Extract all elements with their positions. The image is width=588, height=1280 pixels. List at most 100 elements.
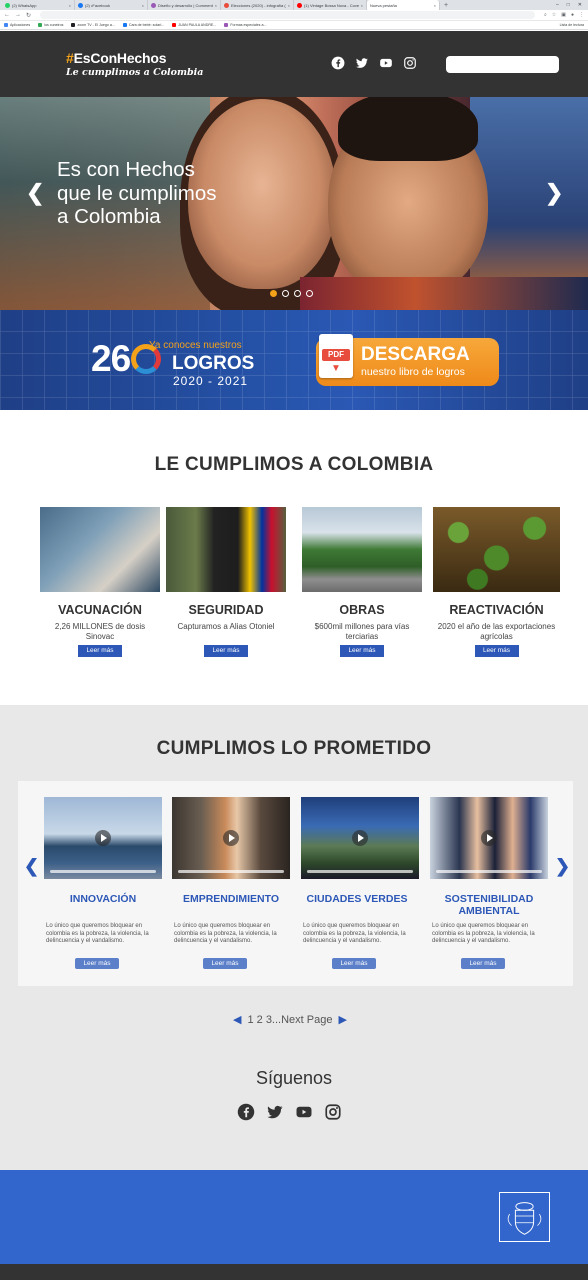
bookmark-item[interactable]: Formas especiales a... <box>224 23 266 27</box>
bookmark-icon <box>71 23 76 27</box>
hero-dot[interactable] <box>282 290 289 297</box>
reload-icon[interactable]: ↻ <box>26 12 31 19</box>
pagination-links[interactable]: 1 2 3...Next Page <box>247 1014 332 1026</box>
close-tab-icon[interactable]: × <box>288 3 290 8</box>
zoom-icon[interactable]: ⌕ <box>544 12 547 18</box>
extensions-bar: ⌕ ☆ ▣ ● ⋮ <box>544 12 584 18</box>
close-tab-icon[interactable]: × <box>434 3 436 8</box>
maximize-icon[interactable]: □ <box>567 2 570 8</box>
bookmark-item[interactable]: los cuneiros <box>38 23 63 27</box>
search-input[interactable] <box>446 56 559 73</box>
read-more-button[interactable]: Leer más <box>75 958 119 969</box>
achievement-image[interactable] <box>433 507 560 592</box>
twitter-icon[interactable] <box>266 1103 284 1121</box>
browser-tab[interactable]: (2) WhatsApp × <box>2 0 75 10</box>
carousel-next-arrow-icon[interactable]: ❯ <box>555 856 570 877</box>
hero-next-arrow-icon[interactable]: ❯ <box>545 180 563 206</box>
read-more-button[interactable]: Leer más <box>203 958 247 969</box>
read-more-button[interactable]: Leer más <box>78 645 122 657</box>
play-icon[interactable] <box>481 830 497 846</box>
facebook-icon[interactable] <box>237 1103 255 1121</box>
browser-tab-label: (2) WhatsApp <box>12 2 37 8</box>
close-tab-icon[interactable]: × <box>361 3 363 8</box>
hero-dot[interactable] <box>306 290 313 297</box>
carousel-prev-arrow-icon[interactable]: ❮ <box>24 856 39 877</box>
bookmark-label: JUAN PAULA ANDRE... <box>178 23 217 27</box>
footer-bottom-bar <box>0 1264 588 1280</box>
read-more-button[interactable]: Leer más <box>461 958 505 969</box>
pagination-next-icon[interactable]: ▶ <box>338 1013 346 1026</box>
hero-dot-active[interactable] <box>270 290 277 297</box>
url-input[interactable] <box>40 11 535 19</box>
banner-kicker: Ya conoces nuestros <box>149 340 242 351</box>
promise-video-thumbnail[interactable] <box>430 797 548 879</box>
achievement-image[interactable] <box>302 507 422 592</box>
promise-video-thumbnail[interactable] <box>301 797 419 879</box>
achievement-title: SEGURIDAD <box>188 603 264 617</box>
new-tab-icon[interactable]: + <box>440 2 452 9</box>
bookmark-icon <box>122 23 127 27</box>
read-more-button[interactable]: Leer más <box>474 645 519 657</box>
close-tab-icon[interactable]: × <box>215 3 217 8</box>
colombia-coat-of-arms-icon[interactable] <box>499 1192 550 1242</box>
bookmark-item[interactable]: Cara de bebé: solari... <box>122 23 164 27</box>
bookmark-icon <box>38 23 43 27</box>
play-icon[interactable] <box>223 830 239 846</box>
twitter-icon[interactable] <box>355 56 369 70</box>
instagram-icon[interactable] <box>324 1103 342 1121</box>
promise-video-thumbnail[interactable] <box>44 797 162 879</box>
browser-tab-active[interactable]: Nueva pestaña × <box>367 0 440 10</box>
facebook-icon <box>78 2 83 8</box>
hero-prev-arrow-icon[interactable]: ❮ <box>26 180 44 206</box>
download-button-title: DESCARGA <box>361 344 470 365</box>
reading-list[interactable]: Lista de lectura <box>560 23 584 27</box>
site-icon <box>151 2 156 8</box>
menu-icon[interactable]: ⋮ <box>579 12 584 18</box>
promise-title: EMPRENDIMIENTO <box>182 893 280 905</box>
star-icon[interactable]: ☆ <box>552 12 556 18</box>
hero-headline-line: Es con Hechos <box>57 158 195 181</box>
profile-icon[interactable]: ● <box>571 12 574 18</box>
bookmark-item[interactable]: JUAN PAULA ANDRE... <box>172 23 216 27</box>
browser-tab[interactable]: Diseño y desarrollo | Comment Co... × <box>148 0 221 10</box>
logros-banner[interactable] <box>0 310 588 410</box>
youtube-icon[interactable] <box>295 1103 313 1121</box>
instagram-icon[interactable] <box>403 56 417 70</box>
read-more-button[interactable]: Leer más <box>332 958 376 969</box>
bookmark-item[interactable]: zoom TV - El Juego a... <box>71 23 115 27</box>
browser-tab-label: Elecciones (2020) - infografía (B)... <box>231 2 286 8</box>
youtube-icon[interactable] <box>379 56 393 70</box>
video-progress-bar <box>50 870 156 873</box>
play-icon[interactable] <box>95 830 111 846</box>
pagination-prev-icon[interactable]: ◀ <box>233 1013 241 1026</box>
promise-video-thumbnail[interactable] <box>172 797 290 879</box>
close-tab-icon[interactable]: × <box>142 3 144 8</box>
play-icon[interactable] <box>352 830 368 846</box>
pdf-label: PDF <box>322 349 350 361</box>
bookmark-label: Aplicaciones <box>10 23 31 27</box>
close-tab-icon[interactable]: × <box>69 3 71 8</box>
browser-tab-label: Diseño y desarrollo | Comment Co... <box>158 2 213 8</box>
read-more-button[interactable]: Leer más <box>340 645 384 657</box>
read-more-button[interactable]: Leer más <box>204 645 248 657</box>
site-logo[interactable]: #EsConHechos <box>66 50 167 66</box>
bookmark-item[interactable]: Aplicaciones <box>4 23 30 27</box>
promise-title: CIUDADES VERDES <box>306 893 408 905</box>
close-window-icon[interactable]: ✕ <box>578 2 582 8</box>
bookmark-label: los cuneiros <box>44 23 64 27</box>
promise-description: Lo único que queremos bloquear en colomb… <box>432 923 535 944</box>
forward-icon[interactable]: → <box>15 12 21 18</box>
achievement-image[interactable] <box>166 507 286 592</box>
follow-us-title: Síguenos <box>255 1068 333 1088</box>
browser-tab[interactable]: (2) •Facebook × <box>75 0 148 10</box>
browser-tab[interactable]: (1) Vintage Bossa Nova - Covers... × <box>294 0 367 10</box>
site-header: #EsConHechos Le cumplimos a Colombia <box>0 31 588 97</box>
promise-card: CIUDADES VERDES Lo único que queremos bl… <box>301 797 419 969</box>
facebook-icon[interactable] <box>331 56 345 70</box>
browser-tab[interactable]: Elecciones (2020) - infografía (B)... × <box>221 0 294 10</box>
extension-icon[interactable]: ▣ <box>561 12 566 18</box>
minimize-icon[interactable]: – <box>556 2 559 8</box>
back-icon[interactable]: ← <box>4 12 10 18</box>
achievement-image[interactable] <box>40 507 160 592</box>
hero-dot[interactable] <box>294 290 301 297</box>
